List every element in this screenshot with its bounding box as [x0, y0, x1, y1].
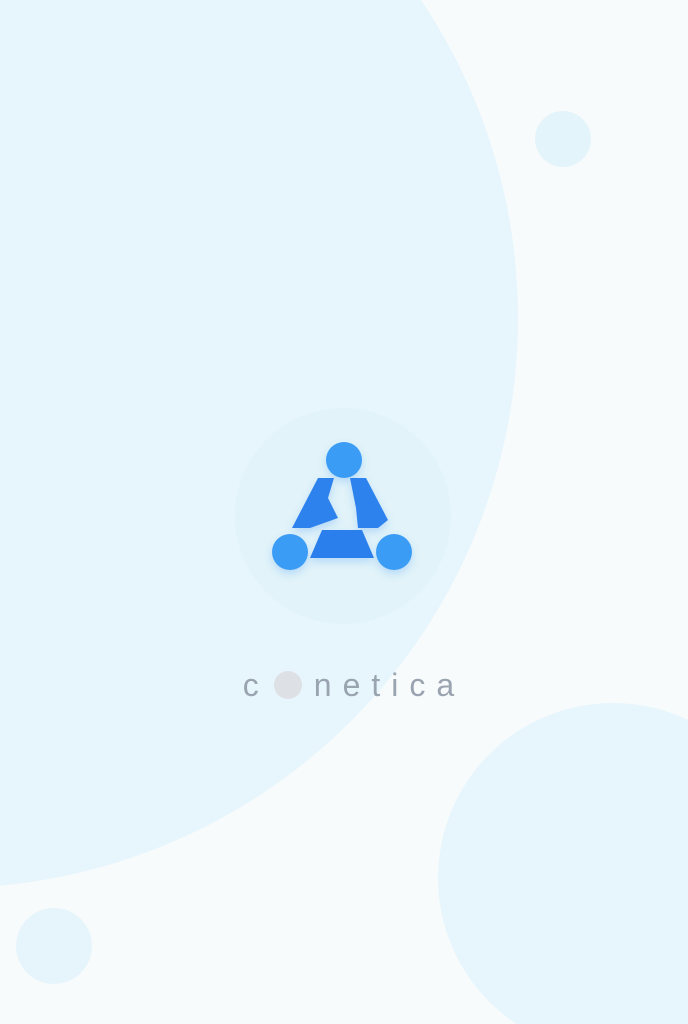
triangle-nodes-logo-icon: [272, 442, 412, 570]
brand-wordmark: c netica: [0, 662, 688, 708]
wordmark-dot-icon: [273, 671, 302, 699]
background-circle-bottom-right: [438, 703, 688, 1024]
splash-screen: c netica: [0, 0, 688, 1024]
wordmark-prefix: c: [242, 666, 270, 703]
background-circle-small-top: [535, 111, 591, 167]
background-circle-small-bottom: [16, 908, 92, 984]
wordmark-suffix: netica: [313, 666, 466, 703]
